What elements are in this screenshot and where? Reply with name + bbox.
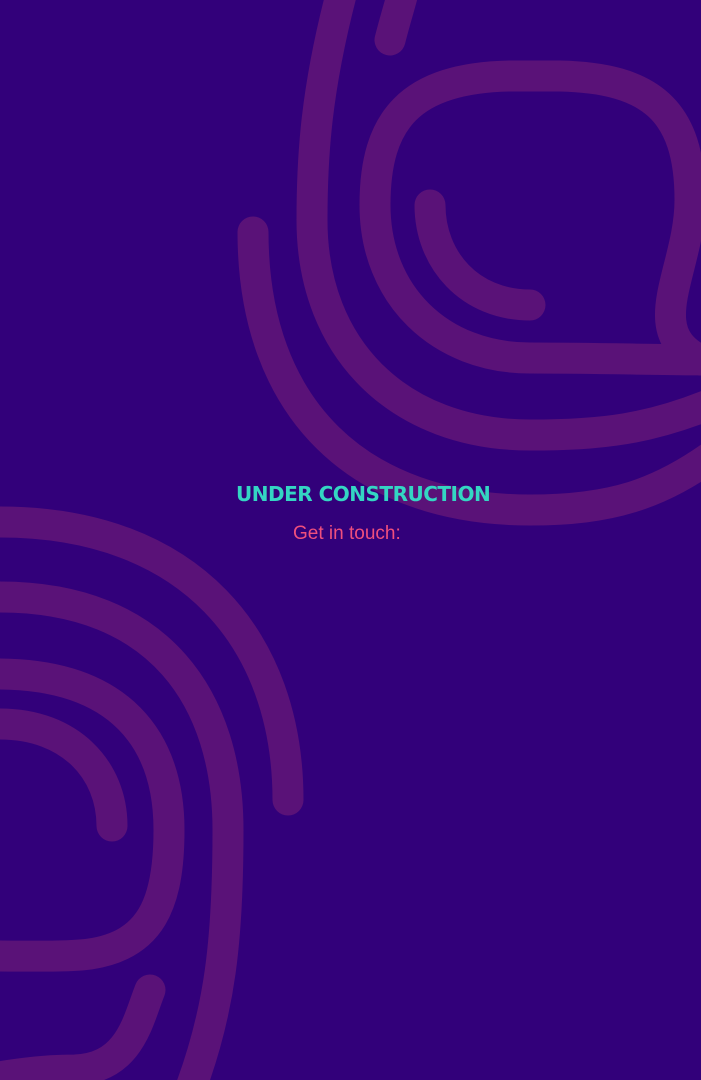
bottom-left-swirl: [0, 506, 304, 1080]
under-construction-page: { "page": { "title": "UNDER CONSTRUCTION…: [0, 0, 701, 1080]
top-right-swirl: [237, 0, 701, 526]
contact-label: Get in touch:: [293, 523, 401, 544]
page-title: UNDER CONSTRUCTION: [236, 482, 491, 506]
